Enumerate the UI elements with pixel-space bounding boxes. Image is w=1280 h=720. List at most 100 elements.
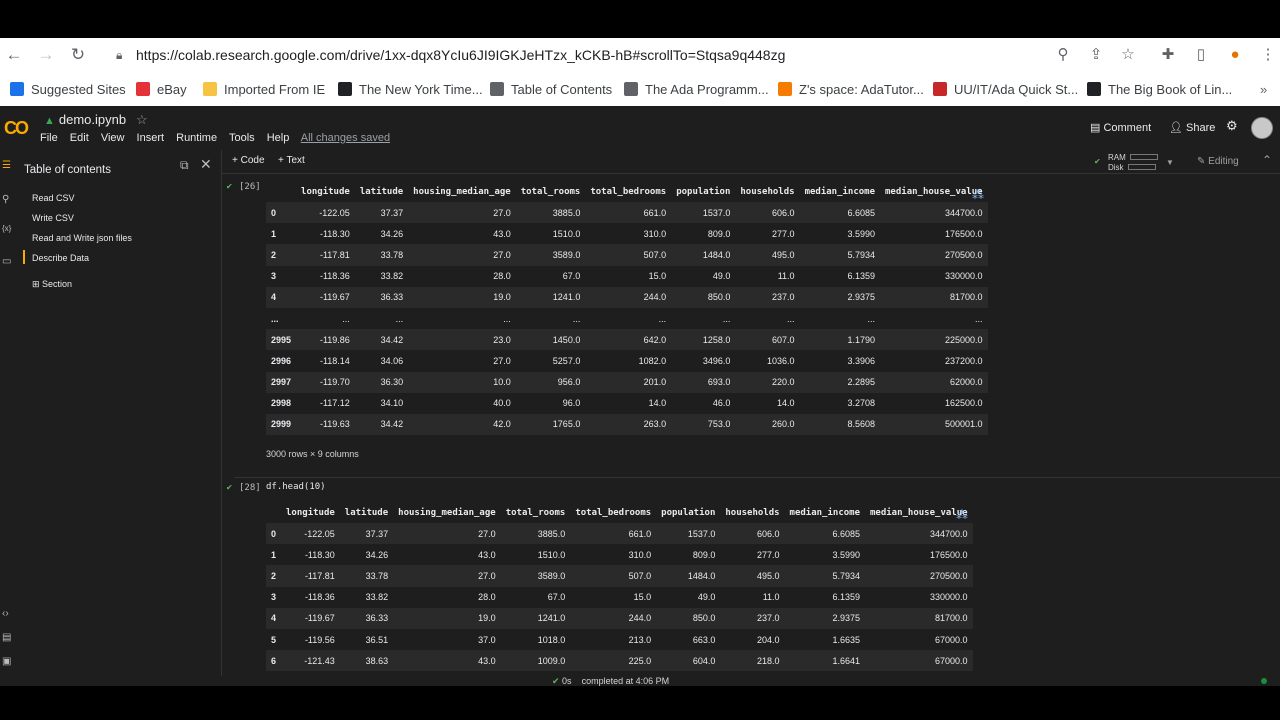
close-icon[interactable]: ✕ — [200, 156, 212, 173]
variables-icon[interactable]: {x} — [2, 224, 11, 233]
menu-file[interactable]: File — [40, 132, 58, 144]
toc-item-describe-data[interactable]: Describe Data — [32, 253, 89, 263]
magic-wand-icon[interactable]: ⁂ — [970, 187, 986, 203]
table-cell: 344700.0 — [945, 207, 983, 218]
bookmark-suggested-sites[interactable]: Suggested Sites — [10, 81, 126, 99]
folder-icon[interactable]: ▭ — [2, 256, 11, 267]
command-palette-icon[interactable]: ▤ — [2, 632, 11, 643]
terminal-icon[interactable]: ▣ — [2, 656, 11, 667]
star-icon[interactable]: ☆ — [136, 112, 148, 128]
bookmarks-bar: Suggested Sites eBay Imported From IE Th… — [0, 72, 1280, 106]
profile-icon[interactable]: ● — [1225, 45, 1245, 65]
collapse-chevron-icon[interactable]: ⌃ — [1262, 153, 1272, 167]
table-cell: 507.0 — [643, 249, 667, 260]
share-page-icon[interactable]: ⇪ — [1086, 45, 1106, 65]
column-header: housing_median_age — [413, 186, 511, 197]
toc-item-read-csv[interactable]: Read CSV — [32, 193, 75, 203]
back-icon[interactable]: ← — [4, 45, 24, 65]
cell-check-icon: ✔ — [226, 483, 233, 492]
dataframe-26: longitude latitude housing_median_age total… — [266, 181, 988, 436]
menu-view[interactable]: View — [101, 132, 125, 144]
bookmark-nytimes[interactable]: The New York Time... — [338, 81, 483, 99]
avatar[interactable] — [1251, 117, 1273, 139]
forward-icon[interactable]: → — [36, 45, 56, 65]
table-cell: 3496.0 — [702, 355, 731, 366]
menu-kebab-icon[interactable]: ⋮ — [1258, 45, 1278, 65]
bookmark-uu-ada[interactable]: UU/IT/Ada Quick St... — [933, 81, 1078, 99]
table-cell: 62000.0 — [950, 377, 983, 388]
table-cell: 330000.0 — [945, 271, 983, 282]
cell-28-exec-count: [28] — [239, 483, 261, 493]
table-cell: 14.0 — [777, 398, 795, 409]
gear-icon[interactable]: ⚙ — [1226, 118, 1238, 134]
table-cell: 27.0 — [478, 528, 496, 539]
status-text: ✔ 0s completed at 4:06 PM — [552, 676, 669, 687]
connected-check-icon: ✔ — [1094, 157, 1101, 166]
bookmark-ada-programming[interactable]: The Ada Programm... — [624, 81, 769, 99]
table-cell: -118.14 — [319, 355, 350, 366]
comment-label: Comment — [1103, 122, 1152, 134]
bookmark-imported-from-ie[interactable]: Imported From IE — [203, 81, 325, 99]
bookmark-label: The New York Time... — [359, 82, 483, 97]
bookmark-label: eBay — [157, 82, 187, 97]
table-cell: 36.33 — [365, 613, 389, 624]
colab-logo[interactable]: CO — [4, 118, 29, 139]
table-cell: 1258.0 — [702, 334, 731, 345]
drive-icon: ▲ — [44, 115, 55, 127]
code-cell-28[interactable] — [234, 477, 1280, 499]
row-index: 2997 — [271, 377, 292, 388]
code-cell-28-source[interactable]: df.head(10) — [266, 482, 326, 492]
menu-tools[interactable]: Tools — [229, 132, 255, 144]
bookmark-favicon — [136, 82, 150, 96]
colab-header: CO ▲ demo.ipynb ☆ File Edit View Insert R… — [0, 106, 1280, 150]
table-cell: 607.0 — [772, 334, 795, 345]
table-cell: 606.0 — [757, 528, 780, 539]
globe-icon — [624, 82, 638, 96]
dataframe-28: longitude latitude housing_median_age total… — [266, 502, 973, 672]
comment-button[interactable]: ▤ Comment — [1090, 121, 1151, 134]
table-cell: 3.5990 — [847, 228, 876, 239]
toc-item-json[interactable]: Read and Write json files — [32, 233, 132, 243]
bookmark-favicon — [338, 82, 352, 96]
menu-edit[interactable]: Edit — [70, 132, 89, 144]
runtime-dropdown-icon[interactable]: ▼ — [1166, 158, 1174, 167]
add-section-button[interactable]: ⊞ Section — [32, 279, 72, 290]
table-cell: 661.0 — [643, 207, 667, 218]
side-panel-icon[interactable]: ▯ — [1191, 45, 1211, 65]
table-cell: 1510.0 — [537, 549, 566, 560]
bookmark-adatutor[interactable]: Z's space: AdaTutor... — [778, 81, 924, 99]
table-cell: ... — [503, 313, 511, 324]
share-button[interactable]: 👤︎ Share — [1169, 121, 1215, 134]
add-text-button[interactable]: + Text — [278, 155, 305, 166]
search-icon[interactable]: ⚲ — [1053, 45, 1073, 65]
magic-wand-icon[interactable]: ⁂ — [954, 507, 970, 523]
menu-help[interactable]: Help — [267, 132, 290, 144]
notebook-title[interactable]: ▲ demo.ipynb — [44, 112, 126, 127]
address-bar[interactable]: 🔒︎ https://colab.research.google.com/dri… — [110, 43, 1140, 67]
table-cell: -119.86 — [319, 334, 350, 345]
menu-insert[interactable]: Insert — [137, 132, 165, 144]
bookmark-big-book-linux[interactable]: The Big Book of Lin... — [1087, 81, 1232, 99]
save-status[interactable]: All changes saved — [301, 132, 390, 144]
table-row: 2996 -118.14 34.06 27.0 5257.0 1082.0 3496.0 10… — [266, 350, 988, 372]
row-index: 2 — [271, 249, 277, 260]
toc-item-write-csv[interactable]: Write CSV — [32, 213, 74, 223]
bookmark-label: UU/IT/Ada Quick St... — [954, 82, 1079, 97]
table-cell: 201.0 — [643, 377, 667, 388]
editing-mode[interactable]: ✎ Editing — [1197, 156, 1239, 167]
table-cell: 42.0 — [493, 419, 511, 430]
reload-icon[interactable]: ↻ — [68, 45, 88, 65]
open-in-window-icon[interactable]: ⧉ — [180, 158, 189, 173]
bookmark-star-icon[interactable]: ☆ — [1118, 45, 1138, 65]
bookmark-table-of-contents[interactable]: Table of Contents — [490, 81, 612, 99]
bookmarks-overflow-icon[interactable]: » — [1260, 81, 1267, 99]
extensions-icon[interactable]: ✚ — [1158, 45, 1178, 65]
toc-icon[interactable]: ☰ — [2, 160, 11, 171]
bookmark-ebay[interactable]: eBay — [136, 81, 187, 99]
menu-runtime[interactable]: Runtime — [176, 132, 217, 144]
code-snippets-icon[interactable]: ‹› — [2, 608, 9, 619]
search-icon[interactable]: ⚲ — [2, 194, 9, 205]
resource-monitor[interactable]: RAM Disk — [1108, 153, 1158, 173]
table-cell: 1.6635 — [832, 634, 860, 645]
add-code-button[interactable]: + Code — [232, 155, 265, 166]
